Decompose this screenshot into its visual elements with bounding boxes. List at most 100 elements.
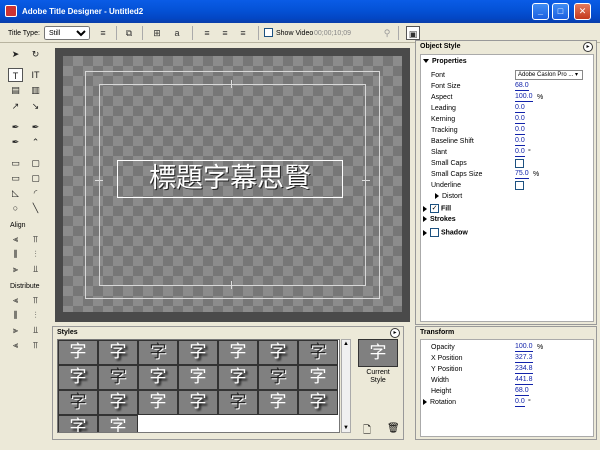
width-value[interactable]: 441.8 bbox=[515, 375, 533, 385]
styles-menu-button[interactable]: ▸ bbox=[390, 328, 400, 338]
rotation-tool-icon[interactable]: ↻ bbox=[28, 47, 43, 61]
distribute-vertical-center-icon[interactable]: ⫶ bbox=[28, 308, 43, 322]
wedge-tool-icon[interactable]: ◺ bbox=[8, 186, 23, 200]
style-swatch[interactable]: 字 bbox=[58, 340, 98, 365]
style-swatch[interactable]: 字 bbox=[298, 340, 338, 365]
style-swatch[interactable]: 字 bbox=[58, 415, 98, 432]
convert-anchor-tool-icon[interactable]: ⌃ bbox=[28, 135, 43, 149]
font-size-value[interactable]: 68.0 bbox=[515, 81, 529, 91]
style-swatch[interactable]: 字 bbox=[98, 365, 138, 390]
rectangle-tool-icon[interactable]: ▭ bbox=[8, 156, 23, 170]
shadow-group[interactable]: Shadow bbox=[423, 228, 468, 237]
area-type-tool-icon[interactable]: ▤ bbox=[8, 83, 23, 97]
align-top-edges-icon[interactable]: ⫪ bbox=[28, 232, 43, 246]
distribute-vertical-even-icon[interactable]: ⫪ bbox=[28, 338, 43, 352]
new-style-icon[interactable]: 🗋 bbox=[363, 423, 371, 440]
rounded-rectangle-tool-icon[interactable]: ▢ bbox=[28, 156, 43, 170]
rotation-value[interactable]: 0.0 bbox=[515, 397, 525, 407]
styles-scrollbar[interactable]: ▲ ▼ bbox=[341, 339, 351, 433]
aspect-value[interactable]: 100.0 bbox=[515, 92, 533, 102]
style-swatch[interactable]: 字 bbox=[218, 340, 258, 365]
small-caps-size-value[interactable]: 75.0 bbox=[515, 169, 529, 179]
show-video-checkbox[interactable] bbox=[264, 28, 273, 37]
slant-value[interactable]: 0.0 bbox=[515, 147, 525, 157]
rotation-toggle[interactable]: Rotation bbox=[423, 397, 456, 408]
style-swatch[interactable]: 字 bbox=[178, 390, 218, 415]
style-swatch[interactable]: 字 bbox=[258, 340, 298, 365]
maximize-button[interactable]: □ bbox=[552, 3, 569, 20]
style-swatch[interactable]: 字 bbox=[218, 365, 258, 390]
strokes-group[interactable]: Strokes bbox=[423, 216, 456, 223]
scroll-down-icon[interactable]: ▼ bbox=[343, 425, 349, 431]
align-right-edges-icon[interactable]: ⫸ bbox=[8, 262, 23, 276]
style-swatch[interactable]: 字 bbox=[58, 390, 98, 415]
style-swatch[interactable]: 字 bbox=[258, 365, 298, 390]
tab-stops-icon[interactable]: ⊞ bbox=[150, 26, 164, 40]
opacity-value[interactable]: 100.0 bbox=[515, 342, 533, 352]
line-tool-icon[interactable]: ╲ bbox=[28, 201, 43, 215]
style-swatch[interactable]: 字 bbox=[98, 415, 138, 432]
arc-tool-icon[interactable]: ◜ bbox=[28, 186, 43, 200]
distribute-left-icon[interactable]: ⫷ bbox=[8, 293, 23, 307]
type-tool-icon[interactable]: T bbox=[8, 68, 23, 82]
style-swatch[interactable]: 字 bbox=[98, 340, 138, 365]
distribute-top-icon[interactable]: ⫪ bbox=[28, 293, 43, 307]
selection-tool-icon[interactable]: ➤ bbox=[8, 47, 23, 61]
align-bottom-edges-icon[interactable]: ⫫ bbox=[28, 262, 43, 276]
distort-row[interactable]: Distort bbox=[421, 191, 593, 202]
font-select[interactable]: Adobe Caslon Pro ... ▾ bbox=[515, 70, 583, 80]
display-background-icon[interactable]: ▣ bbox=[406, 26, 420, 40]
timecode[interactable]: 00;00;10;09 bbox=[314, 30, 351, 37]
y-position-value[interactable]: 234.8 bbox=[515, 364, 533, 374]
style-swatch[interactable]: 字 bbox=[258, 390, 298, 415]
align-vertical-center-icon[interactable]: ⫶ bbox=[28, 247, 43, 261]
style-swatch[interactable]: 字 bbox=[178, 365, 218, 390]
ellipse-tool-icon[interactable]: ○ bbox=[8, 201, 23, 215]
rounded-corner-tool-icon[interactable]: ▢ bbox=[28, 171, 43, 185]
style-swatch[interactable]: 字 bbox=[178, 340, 218, 365]
fill-group[interactable]: ✓ Fill bbox=[423, 204, 451, 213]
align-right-icon[interactable]: ≡ bbox=[236, 26, 250, 40]
style-swatch[interactable]: 字 bbox=[218, 390, 258, 415]
path-type-tool-icon[interactable]: ↗ bbox=[8, 99, 23, 113]
style-swatch[interactable]: 字 bbox=[138, 365, 178, 390]
distribute-horizontal-even-icon[interactable]: ⫷ bbox=[8, 338, 23, 352]
shadow-checkbox[interactable] bbox=[430, 228, 439, 237]
distribute-bottom-icon[interactable]: ⫫ bbox=[28, 323, 43, 337]
fill-checkbox[interactable]: ✓ bbox=[430, 204, 439, 213]
small-caps-checkbox[interactable] bbox=[515, 159, 524, 168]
align-horizontal-center-icon[interactable]: ⫼ bbox=[8, 247, 23, 261]
align-center-icon[interactable]: ≡ bbox=[218, 26, 232, 40]
style-swatch[interactable]: 字 bbox=[138, 340, 178, 365]
align-left-icon[interactable]: ≡ bbox=[200, 26, 214, 40]
font-browser-icon[interactable]: a bbox=[170, 26, 184, 40]
distribute-horizontal-center-icon[interactable]: ⫼ bbox=[8, 308, 23, 322]
pen-tool-icon[interactable]: ✒ bbox=[8, 120, 23, 134]
delete-style-icon[interactable]: 🗑 bbox=[387, 423, 400, 434]
panel-menu-button[interactable]: ▸ bbox=[583, 42, 593, 52]
distribute-right-icon[interactable]: ⫸ bbox=[8, 323, 23, 337]
properties-group[interactable]: Properties bbox=[423, 58, 467, 65]
leading-value[interactable]: 0.0 bbox=[515, 103, 525, 113]
title-text-object[interactable]: 標題字幕思賢 bbox=[117, 160, 343, 198]
style-swatch[interactable]: 字 bbox=[298, 365, 338, 390]
close-button[interactable]: ✕ bbox=[574, 3, 591, 20]
underline-checkbox[interactable] bbox=[515, 181, 524, 190]
vertical-type-tool-icon[interactable]: IT bbox=[28, 68, 43, 82]
baseline-shift-value[interactable]: 0.0 bbox=[515, 136, 525, 146]
x-position-value[interactable]: 327.3 bbox=[515, 353, 533, 363]
scroll-up-icon[interactable]: ▲ bbox=[343, 341, 349, 347]
clipped-rectangle-tool-icon[interactable]: ▭ bbox=[8, 171, 23, 185]
delete-anchor-tool-icon[interactable]: ✒ bbox=[8, 135, 23, 149]
vertical-path-type-tool-icon[interactable]: ↘ bbox=[28, 99, 43, 113]
title-type-select[interactable]: Still bbox=[44, 26, 90, 40]
style-swatch[interactable]: 字 bbox=[138, 390, 178, 415]
roll-crawl-icon[interactable]: ⧉ bbox=[122, 26, 136, 40]
height-value[interactable]: 68.0 bbox=[515, 386, 529, 396]
minimize-button[interactable]: _ bbox=[532, 3, 549, 20]
style-swatch[interactable]: 字 bbox=[98, 390, 138, 415]
align-left-edges-icon[interactable]: ⫷ bbox=[8, 232, 23, 246]
template-icon[interactable]: ≡ bbox=[96, 26, 110, 40]
pin-icon[interactable]: ⚲ bbox=[380, 26, 394, 40]
tracking-value[interactable]: 0.0 bbox=[515, 125, 525, 135]
